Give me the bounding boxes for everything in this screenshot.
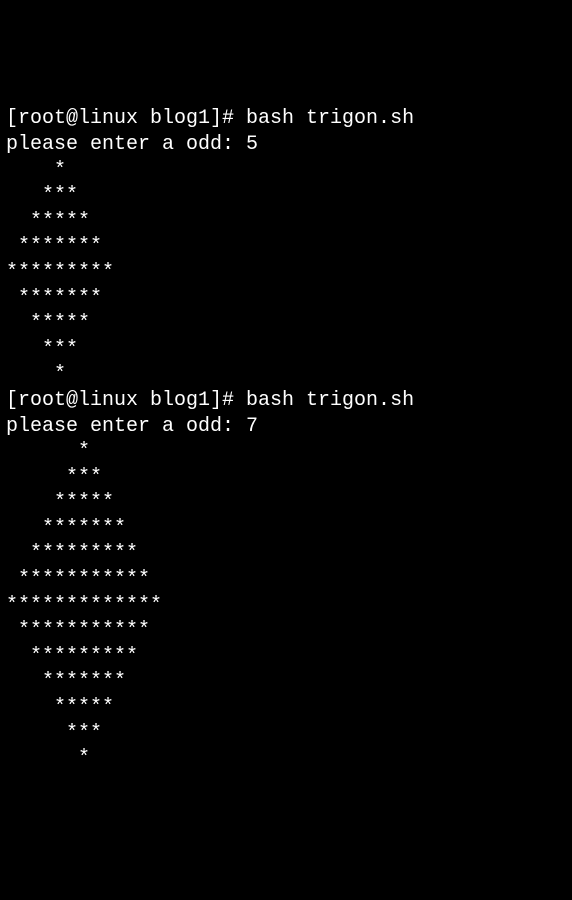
terminal-line: *****	[6, 209, 566, 235]
terminal-line: ***	[6, 183, 566, 209]
terminal-line: *********	[6, 541, 566, 567]
terminal-line: ***********	[6, 618, 566, 644]
terminal-line: ***********	[6, 567, 566, 593]
terminal-line: *******	[6, 234, 566, 260]
terminal-line: *************	[6, 593, 566, 619]
terminal-line: please enter a odd: 7	[6, 414, 566, 440]
terminal-line: *****	[6, 695, 566, 721]
terminal-line: [root@linux blog1]# bash trigon.sh	[6, 106, 566, 132]
terminal-line: *	[6, 158, 566, 184]
terminal-line: ***	[6, 465, 566, 491]
terminal-line: *******	[6, 516, 566, 542]
terminal-line: *********	[6, 260, 566, 286]
terminal-line: *	[6, 439, 566, 465]
terminal-line: please enter a odd: 5	[6, 132, 566, 158]
terminal-line: *****	[6, 490, 566, 516]
terminal-line: *******	[6, 286, 566, 312]
terminal-line: *	[6, 362, 566, 388]
terminal-line: *****	[6, 311, 566, 337]
terminal-line: ***	[6, 337, 566, 363]
terminal-line: ***	[6, 721, 566, 747]
terminal-line: *********	[6, 644, 566, 670]
terminal-line: [root@linux blog1]# bash trigon.sh	[6, 388, 566, 414]
terminal-output[interactable]: [root@linux blog1]# bash trigon.shplease…	[6, 106, 566, 771]
terminal-line: *******	[6, 669, 566, 695]
terminal-line: *	[6, 746, 566, 772]
